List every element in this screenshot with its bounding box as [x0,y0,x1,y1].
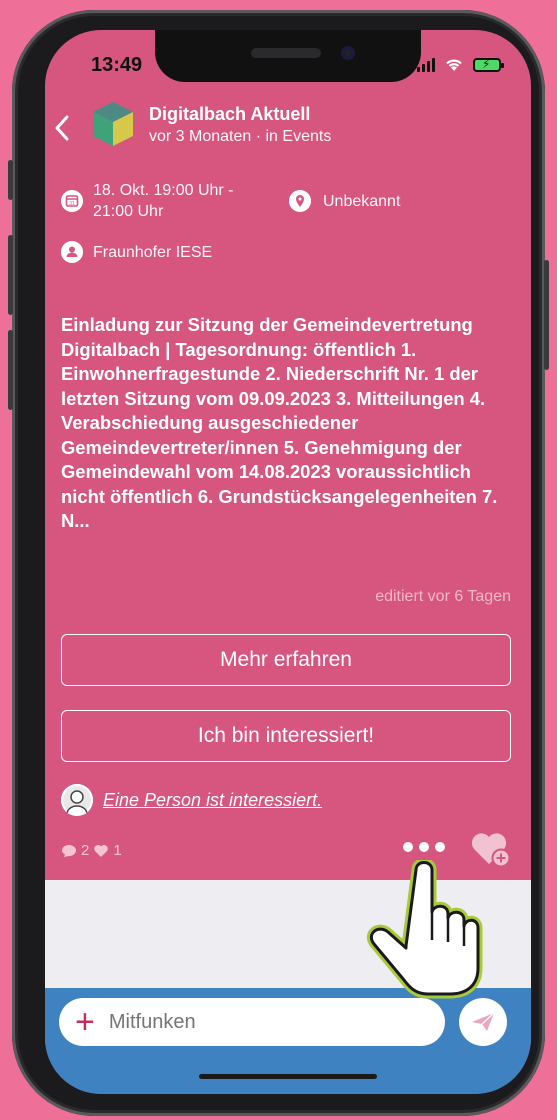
tap-hand-pointer-icon [366,860,483,999]
interested-button[interactable]: Ich bin interessiert! [61,710,511,762]
person-avatar-icon [66,790,88,815]
camera [341,46,355,60]
interested-row[interactable]: Eine Person ist interessiert. [61,784,322,816]
status-icons: ⚡ [417,57,504,72]
event-location: Unbekannt [323,193,401,210]
comment-count: 2 [81,842,90,859]
comment-icon [62,844,76,857]
avatar [61,784,93,816]
page-title[interactable]: Digitalbach Aktuell [149,104,310,125]
heart-icon [94,844,109,857]
back-button[interactable] [53,114,71,148]
like-count: 1 [113,842,122,859]
person-icon [61,241,83,263]
mute-switch [8,160,13,200]
status-time: 13:49 [91,54,143,76]
home-indicator [199,1074,377,1079]
send-button[interactable] [459,998,507,1046]
composer-input[interactable] [106,1009,411,1035]
plus-icon[interactable]: + [75,1005,95,1039]
more-info-button[interactable]: Mehr erfahren [61,634,511,686]
wifi-icon [446,59,462,71]
volume-down-button [8,330,13,410]
event-description: Einladung zur Sitzung der Gemeindevertre… [61,314,498,531]
send-paper-plane-icon [472,1012,495,1031]
interested-link[interactable]: Eine Person ist interessiert. [103,790,322,811]
calendar-icon: 31 [61,190,83,212]
power-button [544,260,549,370]
event-organizer: Fraunhofer IESE [93,244,213,261]
battery-icon: ⚡ [473,57,504,72]
volume-up-button [8,235,13,315]
location-pin-icon [289,190,311,212]
more-options-icon[interactable] [403,842,445,852]
chevron-left-icon [55,115,69,141]
notch [155,30,421,82]
svg-text:31: 31 [69,201,75,207]
group-avatar-cube-icon[interactable] [91,100,135,148]
event-date-line2: 21:00 Uhr [93,203,164,220]
composer-input-pill[interactable]: + [59,998,445,1046]
event-date-line1: 18. Okt. 19:00 Uhr - [93,182,234,199]
speaker [251,48,321,58]
edited-label: editiert vor 6 Tagen [375,588,511,605]
post-stats: 2 1 [61,842,122,859]
post-subtitle: vor 3 Monaten · in Events [149,128,332,145]
